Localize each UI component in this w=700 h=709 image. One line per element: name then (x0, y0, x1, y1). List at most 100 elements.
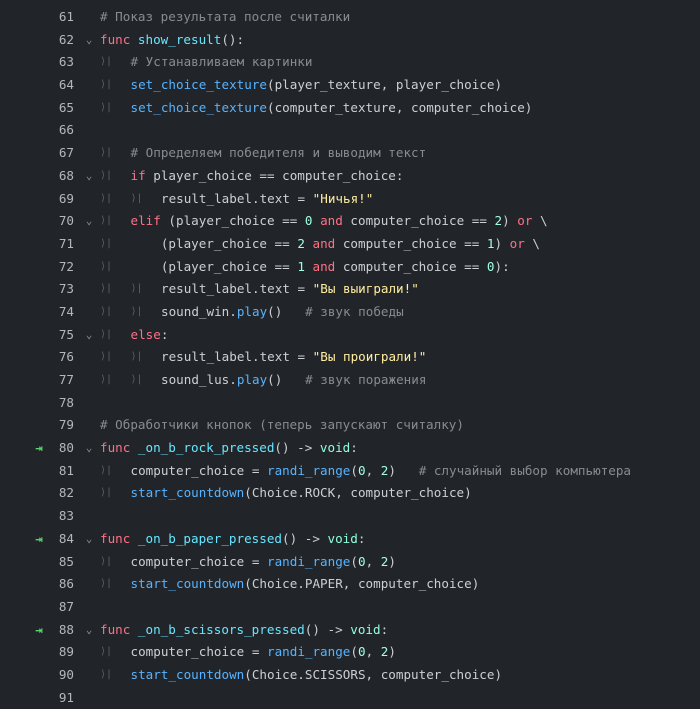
tab-marker-icon: ⟩| (100, 487, 113, 499)
code-line[interactable]: 61 # Показ результата после считалки (0, 6, 700, 29)
chevron-down-icon[interactable]: ⌄ (82, 210, 96, 233)
code-line[interactable]: 91 (0, 687, 700, 709)
code-token: (): (221, 31, 245, 47)
code-line[interactable]: 82 ⟩| start_countdown(Choice.ROCK, compute… (0, 482, 700, 505)
line-number: 88 (58, 621, 74, 637)
chevron-down-icon[interactable]: ⌄ (82, 619, 96, 642)
code-text[interactable]: sound_lus.play() # звук поражения (161, 369, 426, 392)
signal-connection-icon[interactable]: ⇥ (31, 528, 47, 551)
signal-connection-icon[interactable]: ⇥ (31, 619, 47, 642)
code-text[interactable]: (player_choice == 2 and computer_choice … (131, 233, 540, 256)
code-text[interactable]: func _on_b_scissors_pressed() -> void: (100, 619, 388, 642)
line-number: 81 (58, 462, 74, 478)
code-text[interactable]: start_countdown(Choice.PAPER, computer_c… (131, 573, 480, 596)
tab-marker-icon: ⟩| (100, 578, 113, 590)
code-text[interactable]: result_label.text = "Вы проиграли!" (161, 346, 426, 369)
code-text[interactable]: set_choice_texture(computer_texture, com… (131, 97, 533, 120)
chevron-down-icon[interactable]: ⌄ (82, 528, 96, 551)
code-line[interactable]: 90 ⟩| start_countdown(Choice.SCISSORS, com… (0, 664, 700, 687)
code-token: () (267, 372, 306, 387)
code-line[interactable]: 86 ⟩| start_countdown(Choice.PAPER, comput… (0, 573, 700, 596)
code-token: computer_choice = (130, 462, 267, 478)
code-line[interactable]: ⇥ 88 ⌄ func _on_b_scissors_pressed() -> voi… (0, 619, 700, 642)
line-number: 82 (58, 485, 74, 501)
line-number: 67 (58, 145, 74, 161)
tab-marker-icon: ⟩| (100, 101, 113, 113)
code-line[interactable]: ⇥ 80 ⌄ func _on_b_rock_pressed() -> void: (0, 437, 700, 460)
code-line[interactable]: 65 ⟩| set_choice_texture(computer_texture,… (0, 97, 700, 120)
code-line[interactable]: 72 ⟩| (player_choice == 1 and computer_ch… (0, 256, 700, 279)
code-text[interactable]: # Устанавливаем картинки (131, 51, 313, 74)
code-line[interactable]: 68 ⌄ ⟩| if player_choice == computer_choice… (0, 165, 700, 188)
code-token: () -> (281, 530, 328, 546)
code-line[interactable]: 75 ⌄ ⟩| else: (0, 324, 700, 347)
code-text[interactable]: sound_win.play() # звук победы (161, 301, 404, 324)
code-text[interactable]: elif (player_choice == 0 and computer_ch… (131, 210, 548, 233)
code-token: randi_range (266, 553, 351, 569)
code-line[interactable]: 67 ⟩| # Определяем победителя и выводим те… (0, 142, 700, 165)
code-token: (computer_texture, computer_choice) (266, 99, 533, 115)
chevron-down-icon[interactable]: ⌄ (82, 165, 96, 188)
code-text[interactable]: start_countdown(Choice.SCISSORS, compute… (131, 664, 503, 687)
code-line[interactable]: 71 ⟩| (player_choice == 2 and computer_ch… (0, 233, 700, 256)
code-text[interactable]: # Определяем победителя и выводим текст (131, 142, 427, 165)
code-line[interactable]: 83 (0, 505, 700, 528)
code-token: play (236, 372, 268, 387)
code-text[interactable]: start_countdown(Choice.ROCK, computer_ch… (131, 482, 472, 505)
code-text[interactable]: (player_choice == 1 and computer_choice … (131, 256, 510, 279)
code-text[interactable]: func _on_b_paper_pressed() -> void: (100, 528, 365, 551)
code-editor[interactable]: 61 # Показ результата после считалки 62 ⌄ fu… (0, 6, 700, 709)
tab-marker-icon: ⟩| (130, 351, 143, 363)
code-token: ( (350, 462, 358, 478)
code-line[interactable]: 62 ⌄ func show_result(): (0, 29, 700, 52)
line-number: 89 (58, 644, 74, 660)
code-token: ): (494, 258, 510, 274)
tab-marker-icon: ⟩| (100, 328, 113, 340)
code-token: # Обработчики кнопок (теперь запускают с… (100, 417, 464, 433)
code-line[interactable]: 85 ⟩| computer_choice = randi_range(0, 2) (0, 551, 700, 574)
chevron-down-icon[interactable]: ⌄ (82, 437, 96, 460)
code-token: "Ничья!" (312, 190, 374, 206)
code-line[interactable]: 76 ⟩| ⟩| result_label.text = "Вы проиграли!… (0, 346, 700, 369)
code-line[interactable]: 70 ⌄ ⟩| elif (player_choice == 0 and comput… (0, 210, 700, 233)
code-line[interactable]: 81 ⟩| computer_choice = randi_range(0, 2) … (0, 460, 700, 483)
code-line[interactable]: 79 # Обработчики кнопок (теперь запускают… (0, 414, 700, 437)
code-text[interactable]: # Обработчики кнопок (теперь запускают с… (100, 414, 464, 437)
code-token: 0 (304, 213, 313, 229)
signal-connection-icon[interactable]: ⇥ (31, 437, 47, 460)
code-text[interactable]: result_label.text = "Ничья!" (161, 188, 373, 211)
code-line[interactable]: 73 ⟩| ⟩| result_label.text = "Вы выиграли!" (0, 278, 700, 301)
code-line[interactable]: 89 ⟩| computer_choice = randi_range(0, 2) (0, 641, 700, 664)
code-text[interactable]: func show_result(): (100, 29, 244, 52)
code-line[interactable]: 77 ⟩| ⟩| sound_lus.play() # звук поражения (0, 369, 700, 392)
code-token: 0 (357, 553, 366, 569)
tab-marker-icon: ⟩| (130, 374, 143, 385)
code-line[interactable]: ⇥ 84 ⌄ func _on_b_paper_pressed() -> void: (0, 528, 700, 551)
code-text[interactable]: result_label.text = "Вы выиграли!" (161, 278, 419, 301)
code-text[interactable]: if player_choice == computer_choice: (131, 165, 404, 188)
code-text[interactable]: computer_choice = randi_range(0, 2) # сл… (131, 460, 632, 483)
chevron-down-icon[interactable]: ⌄ (82, 29, 96, 52)
line-number: 74 (58, 303, 74, 319)
code-text[interactable]: else: (131, 324, 169, 347)
code-text[interactable]: func _on_b_rock_pressed() -> void: (100, 437, 358, 460)
code-text[interactable]: set_choice_texture(player_texture, playe… (131, 74, 503, 97)
code-token: ) (494, 235, 510, 251)
code-text[interactable]: computer_choice = randi_range(0, 2) (131, 551, 396, 574)
code-token: ) (388, 644, 396, 660)
code-text[interactable]: computer_choice = randi_range(0, 2) (131, 641, 396, 664)
code-line[interactable]: 87 (0, 596, 700, 619)
code-token: func (100, 31, 138, 47)
code-line[interactable]: 69 ⟩| ⟩| result_label.text = "Ничья!" (0, 188, 700, 211)
code-line[interactable]: 66 (0, 119, 700, 142)
chevron-down-icon[interactable]: ⌄ (82, 324, 96, 347)
code-token: set_choice_texture (130, 77, 267, 93)
code-token: "Вы проиграли!" (312, 349, 427, 365)
code-line[interactable]: 64 ⟩| set_choice_texture(player_texture, p… (0, 74, 700, 97)
code-token: computer_choice == (350, 213, 495, 229)
code-line[interactable]: 78 (0, 392, 700, 415)
code-line[interactable]: 63 ⟩| # Устанавливаем картинки (0, 51, 700, 74)
code-line[interactable]: 74 ⟩| ⟩| sound_win.play() # звук победы (0, 301, 700, 324)
code-text[interactable]: # Показ результата после считалки (100, 6, 350, 29)
line-number: 65 (58, 99, 74, 115)
